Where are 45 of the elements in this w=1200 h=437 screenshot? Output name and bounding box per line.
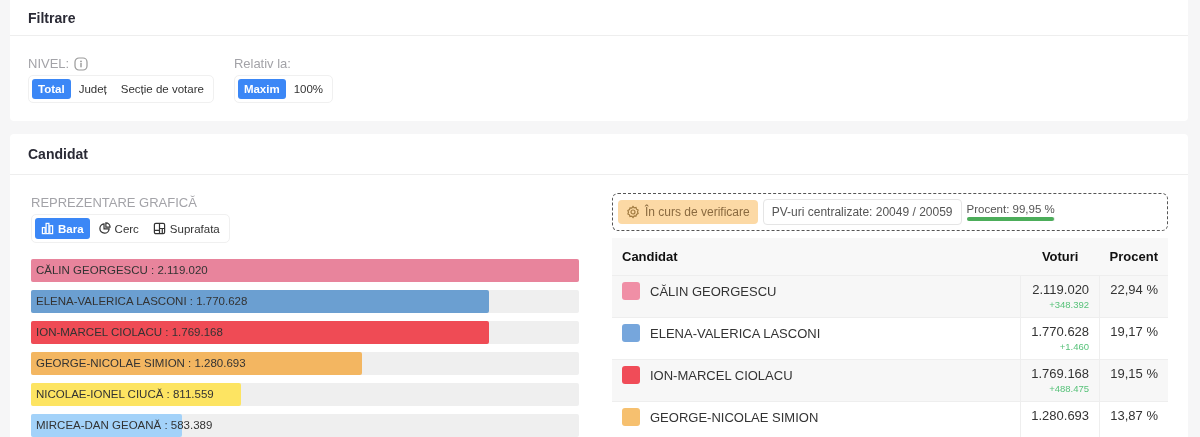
column-header: Procent [1099, 238, 1168, 276]
bar-label: NICOLAE-IONEL CIUCĂ : 811.559 [36, 387, 214, 402]
section-title: Filtrare [28, 9, 76, 26]
relative-option[interactable]: Maxim [237, 79, 286, 99]
vote-count: 1.280.693 [1031, 408, 1090, 423]
report-count: PV-uri centralizate: 20049 / 20059 [762, 199, 962, 225]
grid-layout-icon [152, 222, 166, 235]
vote-percent: 19,15 % [1110, 366, 1158, 381]
column-header: Voturi [1020, 238, 1100, 276]
vote-percent: 22,94 % [1110, 282, 1158, 297]
relative-option[interactable]: 100% [287, 79, 330, 99]
vote-change: +1.460 [1058, 341, 1090, 352]
bar-label: GEORGE-NICOLAE SIMION : 1.280.693 [36, 356, 246, 371]
bar-label: ELENA-VALERICA LASCONI : 1.770.628 [36, 294, 248, 309]
status-badge: În curs de verificare [618, 200, 758, 224]
bar-label: CĂLIN GEORGESCU : 2.119.020 [36, 263, 208, 278]
bar-label: ION-MARCEL CIOLACU : 1.769.168 [36, 325, 223, 340]
candidate-name: CĂLIN GEORGESCU [650, 283, 777, 299]
view-tab[interactable]: Suprafata [146, 218, 226, 239]
info-icon[interactable] [74, 56, 89, 71]
level-option[interactable]: Județ [72, 79, 113, 99]
vote-percent: 19,17 % [1110, 324, 1158, 339]
vote-count: 2.119.020 [1031, 282, 1090, 297]
candidate-name: GEORGE-NICOLAE SIMION [650, 409, 819, 425]
filter-label: NIVEL: [28, 56, 70, 71]
chart-label: REPREZENTARE GRAFICĂ [31, 195, 197, 210]
level-option[interactable]: Secție de votare [114, 79, 210, 99]
pie-chart-icon [97, 222, 111, 235]
bar-label: MIRCEA-DAN GEOANĂ : 583.389 [36, 418, 213, 433]
section-title: Candidat [28, 146, 88, 162]
vote-change: +488.475 [1048, 383, 1090, 394]
candidate-name: ION-MARCEL CIOLACU [650, 367, 793, 383]
bar-chart-icon [41, 222, 54, 235]
vote-percent: 13,87 % [1110, 408, 1158, 423]
vote-count: 1.769.168 [1031, 366, 1090, 381]
level-option[interactable]: Total [32, 79, 71, 99]
candidate-name: ELENA-VALERICA LASCONI [650, 325, 821, 341]
view-tab[interactable]: Cerc [91, 218, 145, 239]
column-header: Candidat [612, 238, 1021, 276]
percent-label: Procent: 99,95 % [966, 203, 1055, 215]
vote-change: +348.392 [1048, 299, 1090, 310]
vote-count: 1.770.628 [1031, 324, 1090, 339]
gear-icon [626, 205, 640, 219]
filter-label: Relativ la: [233, 56, 291, 71]
view-tab[interactable]: Bara [35, 218, 90, 239]
